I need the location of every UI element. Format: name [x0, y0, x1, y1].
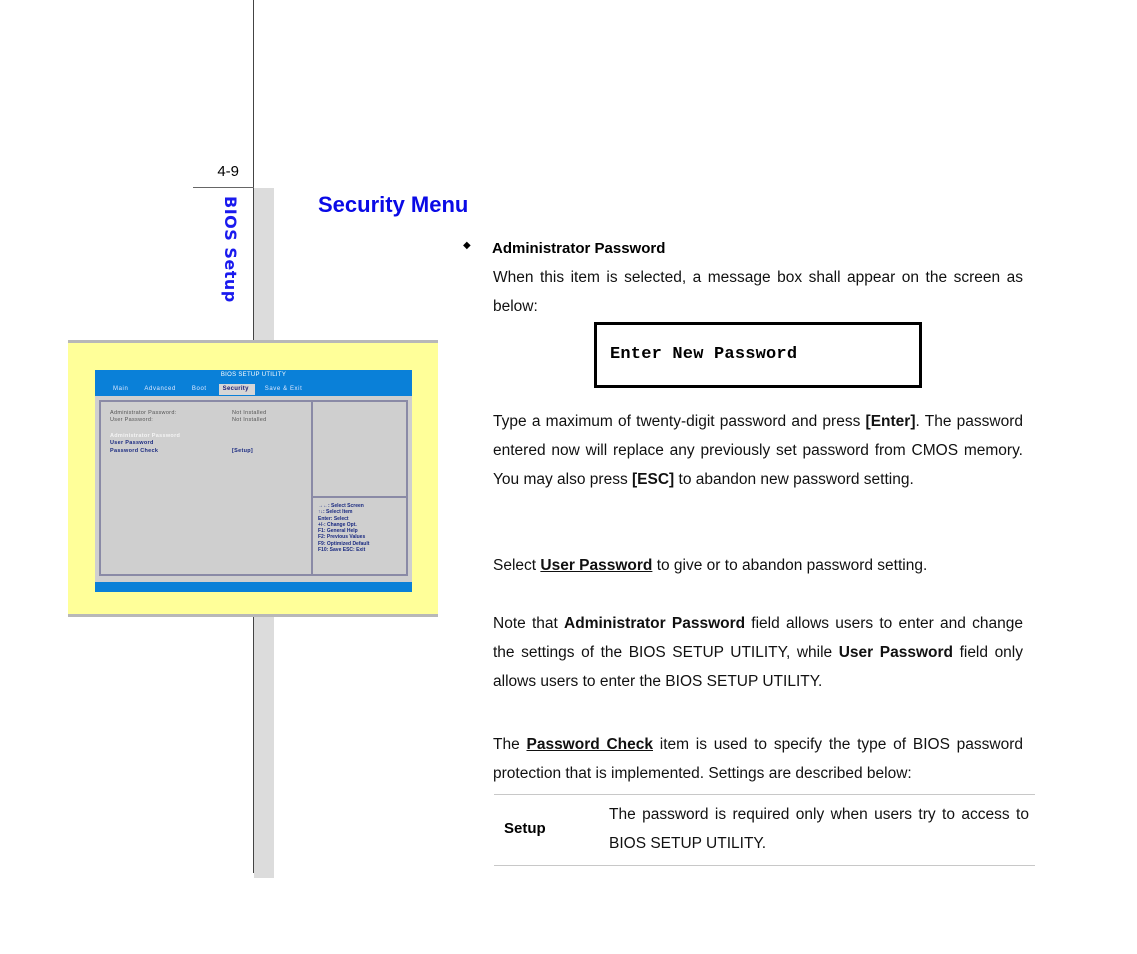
bios-status-label: User Password:: [110, 417, 154, 423]
bios-help-keys: →←: Select Screen ↑↓: Select Item Enter:…: [318, 503, 369, 553]
text-run: The: [493, 736, 527, 753]
bios-tab-advanced: Advanced: [144, 386, 176, 392]
text-run: to give or to abandon password setting.: [652, 557, 928, 574]
text-run: to abandon new password setting.: [674, 471, 914, 488]
bios-menu-label: User Password: [110, 440, 154, 446]
page-number-rule: [193, 187, 254, 188]
password-check-link[interactable]: Password Check: [526, 736, 653, 753]
bios-help-line: F2: Previous Values: [318, 534, 366, 541]
chapter-side-label: BIOS Setup: [221, 196, 240, 303]
bios-status-value: Not Installed: [232, 417, 267, 423]
settings-table: Setup The password is required only when…: [494, 794, 1035, 866]
item-heading: Administrator Password: [492, 240, 666, 257]
admin-password-term: Administrator Password: [564, 615, 746, 632]
bios-status-label: Administrator Password:: [110, 410, 177, 416]
bios-header: BIOS SETUP UTILITY Main Advanced Boot Se…: [95, 370, 412, 396]
bios-tab-bar: Main Advanced Boot Security Save & Exit: [109, 384, 314, 395]
user-password-term: User Password: [838, 644, 953, 661]
bios-footer-bar: [95, 582, 412, 592]
paragraph-intro: When this item is selected, a message bo…: [493, 269, 1023, 315]
text-run: Type a maximum of twenty-digit password …: [493, 413, 866, 430]
bios-menu-item-admin-password: Administrator Password: [110, 433, 180, 439]
paragraph-note: Note that Administrator Password field a…: [493, 609, 1023, 696]
bios-status-row: Administrator Password: Not Installed: [110, 410, 266, 416]
paragraph-password-check: The Password Check item is used to speci…: [493, 730, 1023, 788]
enter-key-text: [Enter]: [865, 413, 916, 430]
bios-menu-item-user-password: User Password: [110, 440, 154, 446]
bios-menu-label: Password Check: [110, 448, 159, 454]
settings-table-key: Setup: [504, 820, 546, 837]
paragraph-user-password: Select User Password to give or to aband…: [493, 551, 1023, 580]
bios-tab-security: Security: [218, 384, 255, 395]
bios-menu-item-password-check: Password Check [Setup]: [110, 448, 253, 454]
bios-screen: BIOS SETUP UTILITY Main Advanced Boot Se…: [95, 370, 412, 592]
bios-tab-save-exit: Save & Exit: [264, 386, 303, 392]
bios-menu-label: Administrator Password: [110, 433, 181, 439]
bios-body-panel: Administrator Password: Not Installed Us…: [99, 400, 408, 576]
text-run: Select: [493, 557, 541, 574]
bios-screenshot-figure: BIOS SETUP UTILITY Main Advanced Boot Se…: [68, 340, 438, 617]
bios-title: BIOS SETUP UTILITY: [220, 372, 287, 378]
page-number: 4-9: [217, 163, 239, 180]
user-password-link[interactable]: User Password: [540, 557, 652, 574]
esc-key-text: [ESC]: [632, 471, 675, 488]
message-box-text: Enter New Password: [610, 345, 798, 364]
bios-tab-boot: Boot: [191, 386, 207, 392]
bios-status-value: Not Installed: [232, 410, 267, 416]
bios-menu-value: [Setup]: [232, 448, 254, 454]
bios-status-row: User Password: Not Installed: [110, 417, 266, 423]
bios-settings-pane: Administrator Password: Not Installed Us…: [101, 402, 313, 574]
message-box-example: Enter New Password: [594, 322, 922, 388]
diamond-bullet-icon: ◆: [463, 240, 471, 251]
bios-tab-main: Main: [113, 386, 129, 392]
bios-help-divider: [313, 496, 406, 498]
settings-table-description: The password is required only when users…: [609, 806, 1029, 852]
section-title: Security Menu: [318, 192, 469, 217]
text-run: Note that: [493, 615, 565, 632]
paragraph-max-password: Type a maximum of twenty-digit password …: [493, 407, 1023, 494]
bios-help-line: F10: Save ESC: Exit: [318, 547, 366, 554]
